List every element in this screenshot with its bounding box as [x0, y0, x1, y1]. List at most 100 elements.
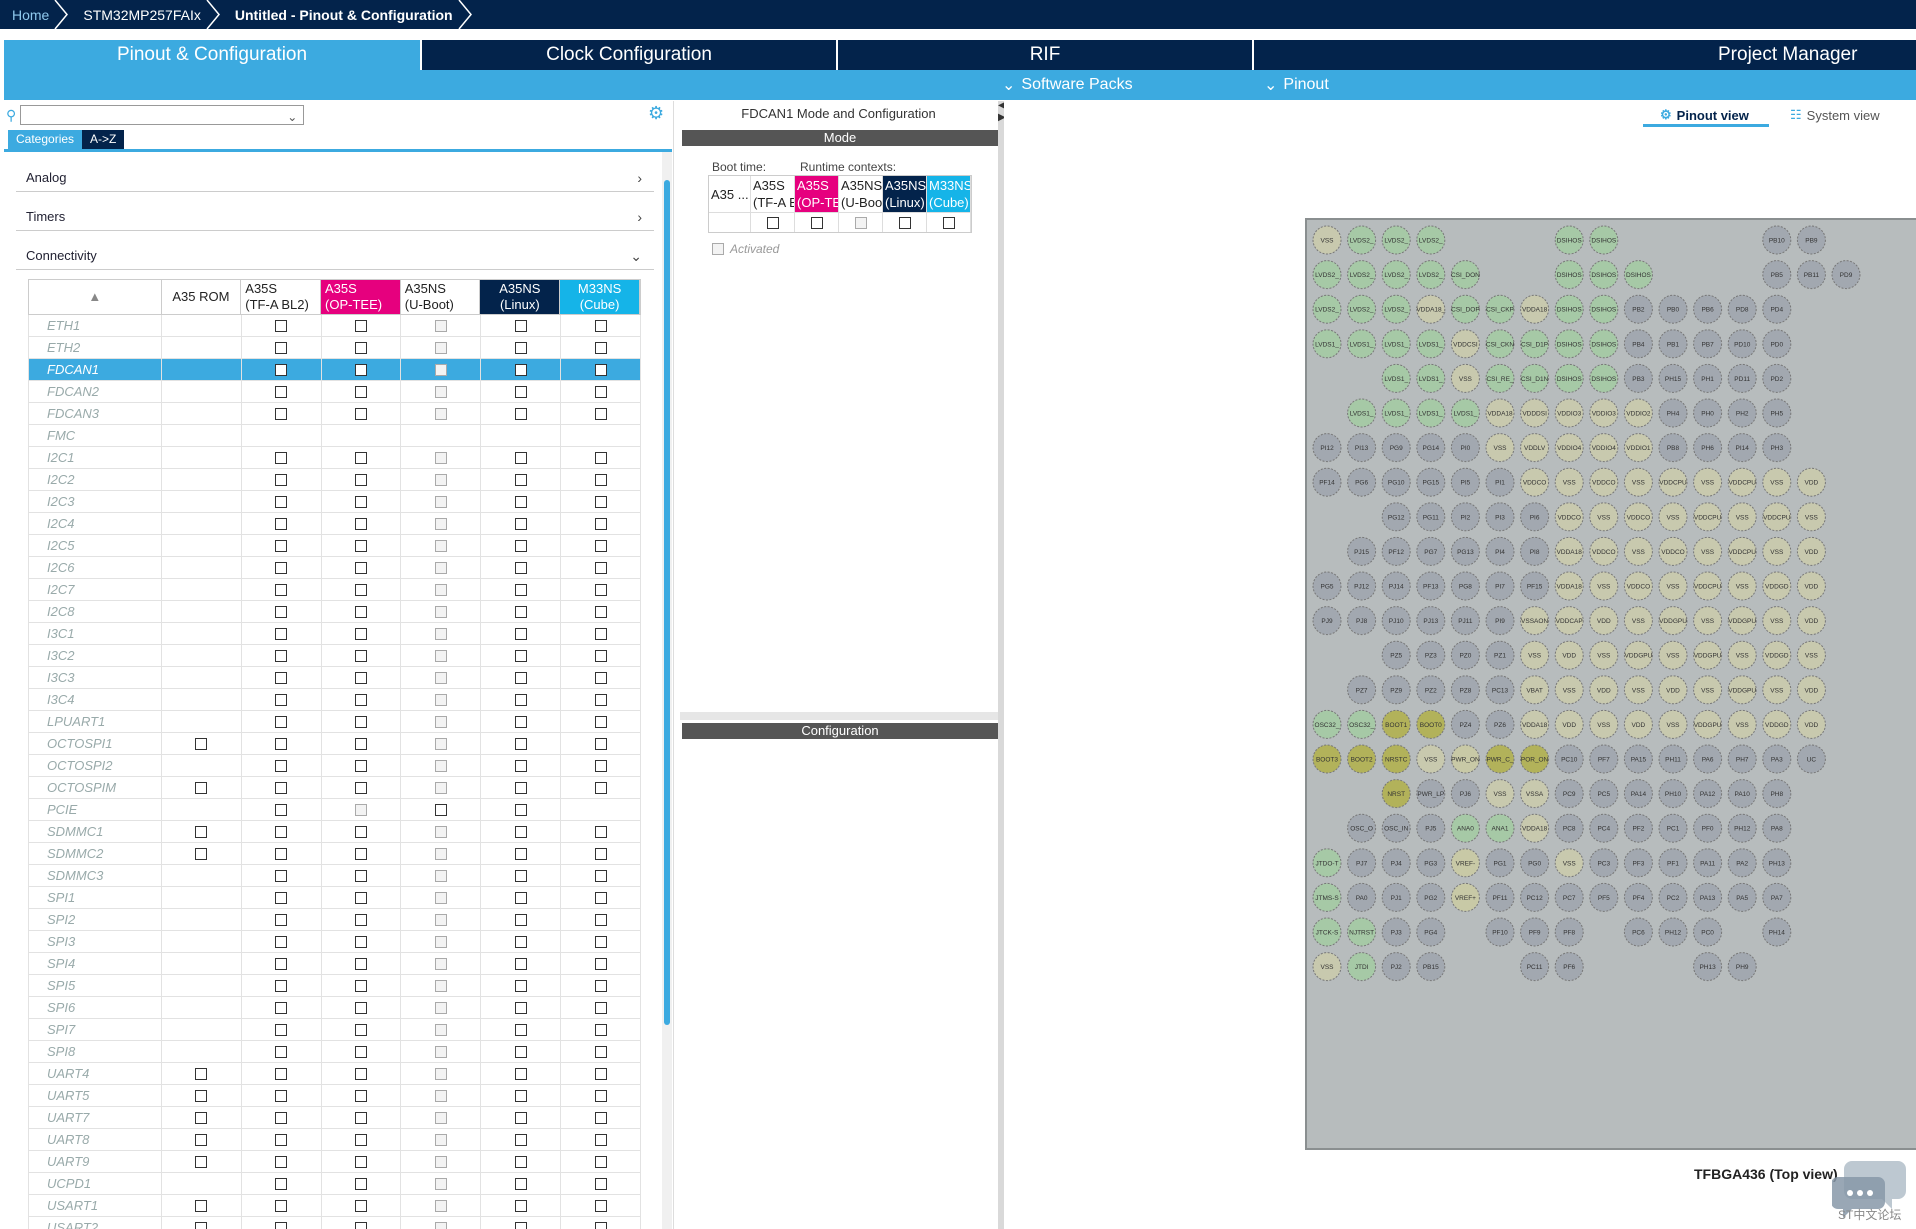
context-checkbox[interactable]	[354, 495, 367, 508]
table-row[interactable]: USART2	[28, 1217, 641, 1229]
context-checkbox[interactable]	[594, 891, 607, 904]
context-checkbox[interactable]	[354, 1177, 367, 1190]
pin[interactable]: PH0	[1693, 398, 1723, 428]
pin[interactable]: VDDGPU	[1693, 640, 1723, 670]
context-checkbox[interactable]	[434, 649, 447, 662]
pin[interactable]: PZ4	[1450, 709, 1480, 739]
pin[interactable]: PB5	[1762, 260, 1792, 290]
pin[interactable]: PZ0	[1450, 640, 1480, 670]
context-checkbox[interactable]	[354, 1023, 367, 1036]
pin[interactable]: VSS	[1554, 675, 1584, 705]
pin[interactable]: PF13	[1416, 571, 1446, 601]
pin[interactable]: PC3	[1589, 848, 1619, 878]
context-checkbox[interactable]	[594, 693, 607, 706]
context-checkbox[interactable]	[514, 693, 527, 706]
pin[interactable]: BOOT0	[1416, 709, 1446, 739]
context-checkbox[interactable]	[195, 1089, 208, 1102]
context-checkbox[interactable]	[514, 627, 527, 640]
context-checkbox[interactable]	[594, 671, 607, 684]
category-analog[interactable]: Analog ›	[16, 164, 654, 192]
context-checkbox[interactable]	[434, 341, 447, 354]
tab-categories[interactable]: Categories	[8, 130, 83, 149]
context-checkbox[interactable]	[275, 1177, 288, 1190]
context-checkbox[interactable]	[514, 891, 527, 904]
pin[interactable]: PG14	[1416, 433, 1446, 463]
pin[interactable]: VDDIO1	[1623, 433, 1653, 463]
pin[interactable]: PI4	[1485, 536, 1515, 566]
pin[interactable]: LVDS2_	[1381, 294, 1411, 324]
context-checkbox[interactable]	[514, 583, 527, 596]
context-checkbox[interactable]	[594, 847, 607, 860]
context-checkbox[interactable]	[594, 1177, 607, 1190]
context-checkbox[interactable]	[594, 957, 607, 970]
table-row[interactable]: USART1	[28, 1195, 641, 1217]
pin[interactable]: PG10	[1381, 467, 1411, 497]
pin[interactable]: VSS	[1727, 640, 1757, 670]
pin[interactable]: VSSA	[1520, 779, 1550, 809]
context-checkbox[interactable]	[594, 1045, 607, 1058]
pin[interactable]: LVDS1_	[1416, 398, 1446, 428]
pin[interactable]: PH8	[1762, 779, 1792, 809]
context-checkbox[interactable]	[434, 473, 447, 486]
pin[interactable]: LVDS2_	[1381, 225, 1411, 255]
pinout-view-button[interactable]: ⚙ Pinout view	[1660, 107, 1749, 123]
context-checkbox[interactable]	[514, 495, 527, 508]
context-checkbox[interactable]	[354, 957, 367, 970]
pin[interactable]: VDD	[1589, 606, 1619, 636]
context-checkbox[interactable]	[434, 847, 447, 860]
pin[interactable]: PF4	[1623, 882, 1653, 912]
table-row[interactable]: I2C6	[28, 557, 641, 579]
pin[interactable]: PD10	[1727, 329, 1757, 359]
pin[interactable]: VSS	[1762, 675, 1792, 705]
context-checkbox[interactable]	[275, 891, 288, 904]
pin[interactable]: PA14	[1623, 779, 1653, 809]
context-checkbox[interactable]	[275, 495, 288, 508]
context-checkbox[interactable]	[514, 451, 527, 464]
context-checkbox[interactable]	[354, 891, 367, 904]
sort-icon[interactable]: ▲	[29, 280, 162, 314]
pin[interactable]: OSC32_	[1347, 709, 1377, 739]
context-checkbox[interactable]	[195, 825, 208, 838]
table-row[interactable]: ETH2	[28, 337, 641, 359]
pin[interactable]: DSIHOS	[1589, 294, 1619, 324]
pin[interactable]: VDDA18_	[1416, 294, 1446, 324]
column-header[interactable]: A35 ROM	[162, 280, 242, 314]
breadcrumb-item[interactable]: STM32MP257FAIx	[71, 0, 223, 29]
pin[interactable]: VDDCO	[1589, 536, 1619, 566]
context-checkbox[interactable]	[514, 1133, 527, 1146]
context-checkbox[interactable]	[434, 737, 447, 750]
context-checkbox[interactable]	[594, 363, 607, 376]
context-checkbox[interactable]	[354, 517, 367, 530]
pin[interactable]: PI12	[1312, 433, 1342, 463]
pin[interactable]: CSI_DOP	[1450, 294, 1480, 324]
context-checkbox[interactable]	[275, 539, 288, 552]
pin[interactable]: PH1	[1693, 363, 1723, 393]
pin[interactable]: PF8	[1554, 917, 1584, 947]
context-checkbox[interactable]	[354, 649, 367, 662]
pin[interactable]: PA11	[1693, 848, 1723, 878]
context-checkbox[interactable]	[514, 715, 527, 728]
context-checkbox[interactable]	[275, 693, 288, 706]
pin[interactable]: PB6	[1693, 294, 1723, 324]
pin[interactable]: PA3	[1762, 744, 1792, 774]
context-checkbox[interactable]	[354, 473, 367, 486]
context-checkbox[interactable]	[275, 363, 288, 376]
context-checkbox[interactable]	[514, 979, 527, 992]
pin[interactable]: VDD	[1589, 675, 1619, 705]
system-view-button[interactable]: ☷ System view	[1790, 107, 1880, 123]
context-checkbox[interactable]	[354, 737, 367, 750]
pin[interactable]: VSS	[1693, 606, 1723, 636]
table-row[interactable]: I2C4	[28, 513, 641, 535]
context-checkbox[interactable]	[434, 1133, 447, 1146]
pin[interactable]: PJ3	[1381, 917, 1411, 947]
pin[interactable]: LVDS1_	[1381, 329, 1411, 359]
pin[interactable]: PI2	[1450, 502, 1480, 532]
context-checkbox[interactable]	[514, 1177, 527, 1190]
context-checkbox[interactable]	[275, 869, 288, 882]
pin[interactable]: PG8	[1450, 571, 1480, 601]
pin[interactable]: DSIHOS	[1554, 225, 1584, 255]
pin[interactable]: PC0	[1693, 917, 1723, 947]
pin[interactable]: PA12	[1693, 779, 1723, 809]
pin[interactable]: VSS	[1312, 225, 1342, 255]
context-checkbox[interactable]	[434, 671, 447, 684]
